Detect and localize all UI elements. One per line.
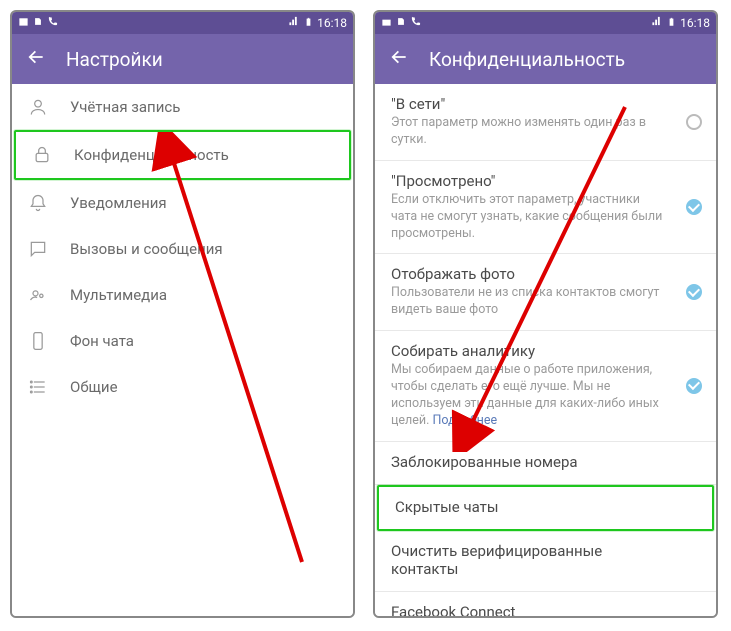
media-icon — [28, 285, 48, 305]
setting-title: "Просмотрено" — [391, 172, 664, 190]
page-title: Конфиденциальность — [429, 48, 625, 71]
menu-calls[interactable]: Вызовы и сообщения — [12, 226, 353, 272]
setting-title: Очистить верифицированные контакты — [391, 542, 664, 578]
phone-right: 16:18 Конфиденциальность "В сети" Этот п… — [373, 10, 718, 618]
setting-desc: Пользователи не из списка контактов смог… — [391, 285, 664, 319]
menu-account[interactable]: Учётная запись — [12, 84, 353, 130]
battery-icon — [304, 16, 313, 31]
menu-general[interactable]: Общие — [12, 364, 353, 410]
settings-list: Учётная запись Конфиденциальность Уведом… — [12, 84, 353, 616]
setting-hidden-chats[interactable]: Скрытые чаты — [377, 485, 714, 531]
menu-label: Фон чата — [70, 332, 134, 350]
check-on-icon[interactable] — [686, 199, 702, 215]
phone-icon — [47, 16, 58, 30]
phone-outline-icon — [28, 331, 48, 351]
menu-background[interactable]: Фон чата — [12, 318, 353, 364]
lock-icon — [32, 145, 52, 165]
menu-label: Учётная запись — [70, 98, 180, 116]
menu-label: Мультимедиа — [70, 286, 167, 304]
privacy-list: "В сети" Этот параметр можно изменять од… — [375, 84, 716, 616]
sim-icon — [396, 16, 406, 30]
menu-media[interactable]: Мультимедиа — [12, 272, 353, 318]
signal-icon — [651, 16, 663, 30]
phone-left: 16:18 Настройки Учётная запись Конфиденц… — [10, 10, 355, 618]
setting-facebook[interactable]: Facebook Connect Нажмите для подключения… — [375, 592, 716, 616]
gift-icon — [381, 16, 392, 30]
clock-time: 16:18 — [680, 16, 710, 30]
menu-label: Общие — [70, 378, 118, 396]
setting-analytics[interactable]: Собирать аналитику Мы собираем данные о … — [375, 331, 716, 442]
setting-online[interactable]: "В сети" Этот параметр можно изменять од… — [375, 84, 716, 161]
app-bar: Настройки — [12, 34, 353, 84]
setting-title: Заблокированные номера — [391, 453, 664, 471]
gift-icon — [18, 16, 29, 30]
signal-icon — [288, 16, 300, 30]
setting-desc: Этот параметр можно изменять один раз в … — [391, 115, 664, 149]
more-link[interactable]: Подробнее — [433, 413, 498, 428]
bell-icon — [28, 193, 48, 213]
check-on-icon[interactable] — [686, 284, 702, 300]
setting-title: Собирать аналитику — [391, 342, 664, 360]
setting-title: Facebook Connect — [391, 603, 664, 616]
user-icon — [28, 97, 48, 117]
setting-desc: Мы собираем данные о работе приложения, … — [391, 362, 664, 430]
app-bar: Конфиденциальность — [375, 34, 716, 84]
status-bar: 16:18 — [12, 12, 353, 34]
setting-blocked[interactable]: Заблокированные номера — [375, 442, 716, 485]
list-icon — [28, 377, 48, 397]
setting-title: "В сети" — [391, 95, 664, 113]
menu-notifications[interactable]: Уведомления — [12, 180, 353, 226]
menu-label: Конфиденциальность — [74, 146, 229, 164]
setting-seen[interactable]: "Просмотрено" Если отключить этот параме… — [375, 161, 716, 255]
check-on-icon[interactable] — [686, 378, 702, 394]
setting-photo[interactable]: Отображать фото Пользователи не из списк… — [375, 254, 716, 331]
page-title: Настройки — [66, 48, 163, 71]
phone-icon — [410, 16, 421, 30]
setting-desc: Если отключить этот параметр, участники … — [391, 192, 664, 243]
chat-icon — [28, 239, 48, 259]
setting-clear-verified[interactable]: Очистить верифицированные контакты — [375, 531, 716, 592]
clock-time: 16:18 — [317, 16, 347, 30]
menu-label: Уведомления — [70, 194, 167, 212]
menu-privacy[interactable]: Конфиденциальность — [14, 130, 351, 180]
sim-icon — [33, 16, 43, 30]
menu-label: Вызовы и сообщения — [70, 240, 223, 258]
setting-title: Отображать фото — [391, 265, 664, 283]
status-bar: 16:18 — [375, 12, 716, 34]
back-icon[interactable] — [389, 47, 409, 72]
back-icon[interactable] — [26, 47, 46, 72]
setting-title: Скрытые чаты — [395, 498, 660, 516]
radio-off-icon[interactable] — [686, 114, 702, 130]
battery-icon — [667, 16, 676, 31]
